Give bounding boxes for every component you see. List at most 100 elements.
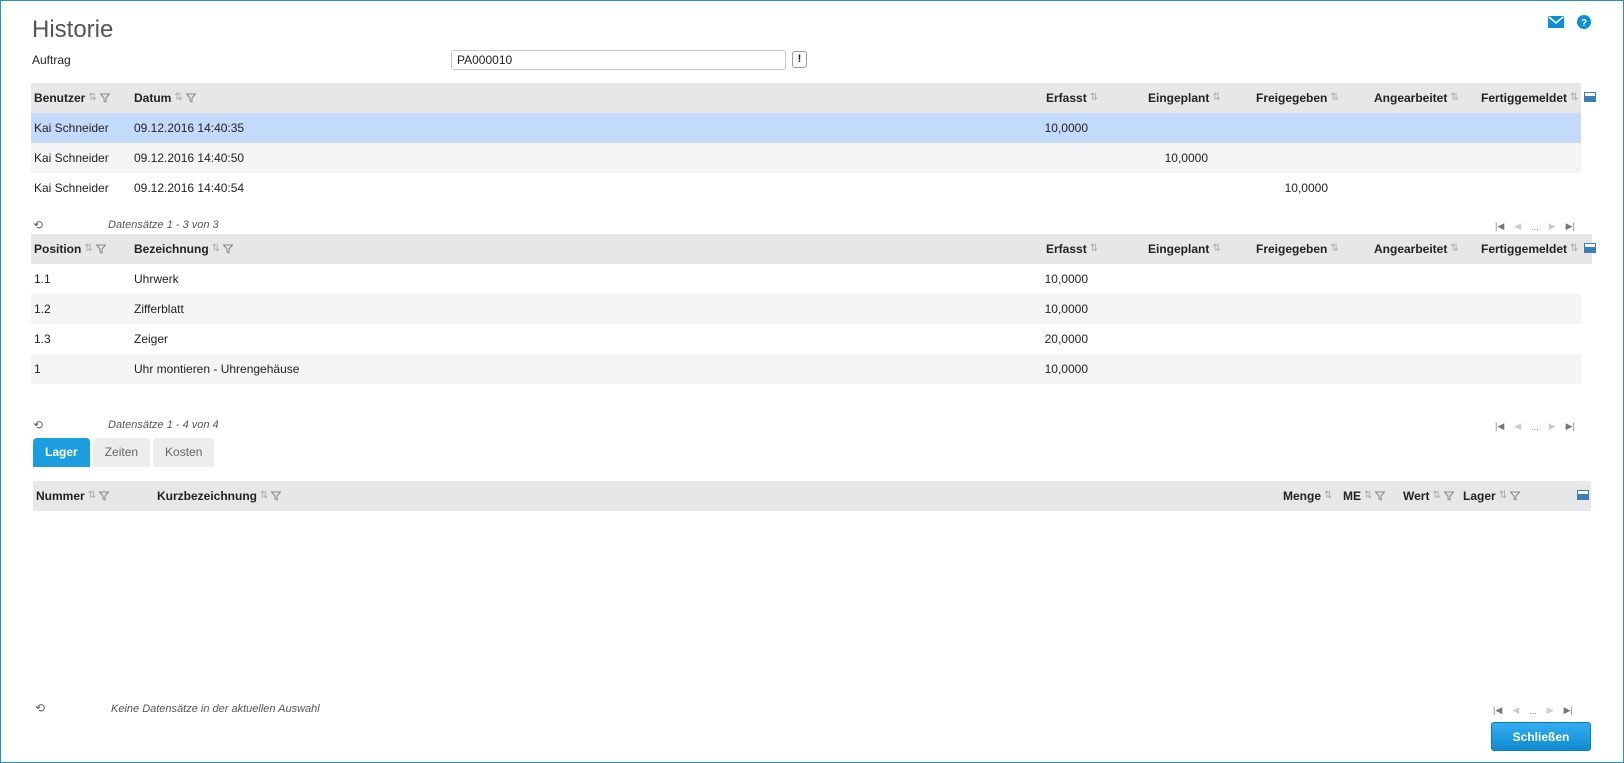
last-page-icon[interactable]: ▶| — [1566, 421, 1575, 432]
filter-icon[interactable] — [99, 93, 110, 103]
history-col-eingeplant[interactable]: Eingeplant ⇅ — [1148, 83, 1221, 113]
stock-col-number[interactable]: Nummer ⇅ — [36, 481, 110, 511]
next-page-icon[interactable]: ▶ — [1549, 221, 1556, 232]
table-row[interactable]: 1.2 Zifferblatt 10,0000 — [31, 294, 1581, 324]
positions-col-eingeplant[interactable]: Eingeplant ⇅ — [1148, 234, 1221, 264]
filter-icon[interactable] — [1375, 491, 1386, 501]
tab-kosten[interactable]: Kosten — [153, 438, 215, 467]
history-col-freigegeben-label: Freigegeben — [1256, 91, 1328, 105]
first-page-icon[interactable]: |◀ — [1493, 705, 1502, 716]
tab-zeiten[interactable]: Zeiten — [92, 438, 151, 467]
table-row[interactable]: 1.1 Uhrwerk 10,0000 — [31, 264, 1581, 294]
sort-icon[interactable]: ⇅ — [174, 83, 182, 113]
positions-col-name[interactable]: Bezeichnung ⇅ — [134, 234, 234, 264]
table-row[interactable]: 1 Uhr montieren - Uhrengehäuse 10,0000 — [31, 354, 1581, 384]
filter-icon[interactable] — [223, 244, 234, 254]
sort-icon[interactable]: ⇅ — [1570, 83, 1578, 113]
cell-position: 1 — [34, 362, 41, 376]
history-col-freigegeben[interactable]: Freigegeben ⇅ — [1256, 83, 1339, 113]
sort-icon[interactable]: ⇅ — [84, 234, 92, 264]
order-action-button[interactable]: ! — [792, 51, 807, 68]
filter-icon[interactable] — [1443, 491, 1454, 501]
history-col-erfasst[interactable]: Erfasst ⇅ — [1046, 83, 1098, 113]
last-page-icon[interactable]: ▶| — [1566, 221, 1575, 232]
refresh-icon[interactable]: ⟲ — [33, 219, 45, 231]
positions-col-freigegeben[interactable]: Freigegeben ⇅ — [1256, 234, 1339, 264]
help-icon[interactable]: ? — [1576, 14, 1592, 30]
history-col-fertiggemeldet-label: Fertiggemeldet — [1481, 91, 1568, 105]
positions-col-erfasst-label: Erfasst — [1046, 242, 1087, 256]
column-settings-icon[interactable] — [1577, 490, 1589, 500]
history-col-fertiggemeldet[interactable]: Fertiggemeldet ⇅ — [1481, 83, 1578, 113]
sort-icon[interactable]: ⇅ — [1090, 234, 1098, 264]
stock-col-unit[interactable]: ME ⇅ — [1343, 481, 1386, 511]
cell-erfasst: 20,0000 — [1044, 332, 1088, 346]
stock-pager-info: Keine Datensätze in der aktuellen Auswah… — [111, 703, 320, 715]
filter-icon[interactable] — [95, 244, 106, 254]
refresh-icon[interactable]: ⟲ — [35, 702, 47, 714]
positions-col-position[interactable]: Position ⇅ — [34, 234, 106, 264]
sort-icon[interactable]: ⇅ — [88, 481, 96, 511]
column-settings-icon[interactable] — [1584, 92, 1596, 102]
history-pager-nav: |◀ ◀ ... ▶ ▶| — [1495, 221, 1575, 232]
sort-icon[interactable]: ⇅ — [1432, 481, 1440, 511]
positions-col-angearbeitet-label: Angearbeitet — [1374, 242, 1448, 256]
table-row[interactable]: Kai Schneider 09.12.2016 14:40:35 10,000… — [31, 113, 1581, 143]
last-page-icon[interactable]: ▶| — [1564, 705, 1573, 716]
filter-icon[interactable] — [185, 93, 196, 103]
sort-icon[interactable]: ⇅ — [1499, 481, 1507, 511]
prev-page-icon[interactable]: ◀ — [1514, 421, 1521, 432]
sort-icon[interactable]: ⇅ — [1090, 83, 1098, 113]
close-button[interactable]: Schließen — [1491, 722, 1591, 751]
cell-erfasst: 10,0000 — [1044, 302, 1088, 316]
history-col-date[interactable]: Datum ⇅ — [134, 83, 196, 113]
order-input[interactable] — [451, 50, 786, 70]
table-row[interactable]: Kai Schneider 09.12.2016 14:40:50 10,000… — [31, 143, 1581, 173]
prev-page-icon[interactable]: ◀ — [1512, 705, 1519, 716]
positions-col-eingeplant-label: Eingeplant — [1148, 242, 1210, 256]
filter-icon[interactable] — [271, 491, 282, 501]
first-page-icon[interactable]: |◀ — [1495, 221, 1504, 232]
stock-col-number-label: Nummer — [36, 489, 85, 503]
stock-col-quantity[interactable]: Menge ⇅ — [1283, 481, 1332, 511]
cell-freigegeben: 10,0000 — [1284, 181, 1328, 195]
sort-icon[interactable]: ⇅ — [1450, 234, 1458, 264]
positions-col-erfasst[interactable]: Erfasst ⇅ — [1046, 234, 1098, 264]
sort-icon[interactable]: ⇅ — [1330, 234, 1338, 264]
stock-col-warehouse[interactable]: Lager ⇅ — [1463, 481, 1521, 511]
first-page-icon[interactable]: |◀ — [1495, 421, 1504, 432]
refresh-icon[interactable]: ⟲ — [33, 419, 45, 431]
cell-name: Zeiger — [134, 332, 169, 346]
positions-col-angearbeitet[interactable]: Angearbeitet ⇅ — [1374, 234, 1459, 264]
sort-icon[interactable]: ⇅ — [1212, 83, 1220, 113]
positions-col-name-label: Bezeichnung — [134, 242, 209, 256]
next-page-icon[interactable]: ▶ — [1547, 705, 1554, 716]
sort-icon[interactable]: ⇅ — [1330, 83, 1338, 113]
history-col-angearbeitet[interactable]: Angearbeitet ⇅ — [1374, 83, 1459, 113]
table-row[interactable]: Kai Schneider 09.12.2016 14:40:54 10,000… — [31, 173, 1581, 203]
stock-col-shortname[interactable]: Kurzbezeichnung ⇅ — [157, 481, 282, 511]
next-page-icon[interactable]: ▶ — [1549, 421, 1556, 432]
stock-header-row: Nummer ⇅ Kurzbezeichnung ⇅ Menge ⇅ ME ⇅ Wert… — [33, 481, 1591, 511]
sort-icon[interactable]: ⇅ — [1324, 481, 1332, 511]
sort-icon[interactable]: ⇅ — [1364, 481, 1372, 511]
sort-icon[interactable]: ⇅ — [1570, 234, 1578, 264]
tab-lager[interactable]: Lager — [33, 438, 90, 467]
prev-page-icon[interactable]: ◀ — [1514, 221, 1521, 232]
stock-pager-nav: |◀ ◀ ... ▶ ▶| — [1493, 705, 1573, 716]
filter-icon[interactable] — [99, 491, 110, 501]
sort-icon[interactable]: ⇅ — [260, 481, 268, 511]
sort-icon[interactable]: ⇅ — [88, 83, 96, 113]
column-settings-icon[interactable] — [1584, 243, 1596, 253]
cell-name: Uhrwerk — [134, 272, 179, 286]
mail-icon[interactable] — [1548, 14, 1564, 30]
positions-col-fertiggemeldet[interactable]: Fertiggemeldet ⇅ — [1481, 234, 1578, 264]
sort-icon[interactable]: ⇅ — [1212, 234, 1220, 264]
sort-icon[interactable]: ⇅ — [212, 234, 220, 264]
cell-position: 1.2 — [34, 302, 51, 316]
filter-icon[interactable] — [1510, 491, 1521, 501]
stock-col-value[interactable]: Wert ⇅ — [1403, 481, 1454, 511]
table-row[interactable]: 1.3 Zeiger 20,0000 — [31, 324, 1581, 354]
history-col-user[interactable]: Benutzer ⇅ — [34, 83, 110, 113]
sort-icon[interactable]: ⇅ — [1450, 83, 1458, 113]
